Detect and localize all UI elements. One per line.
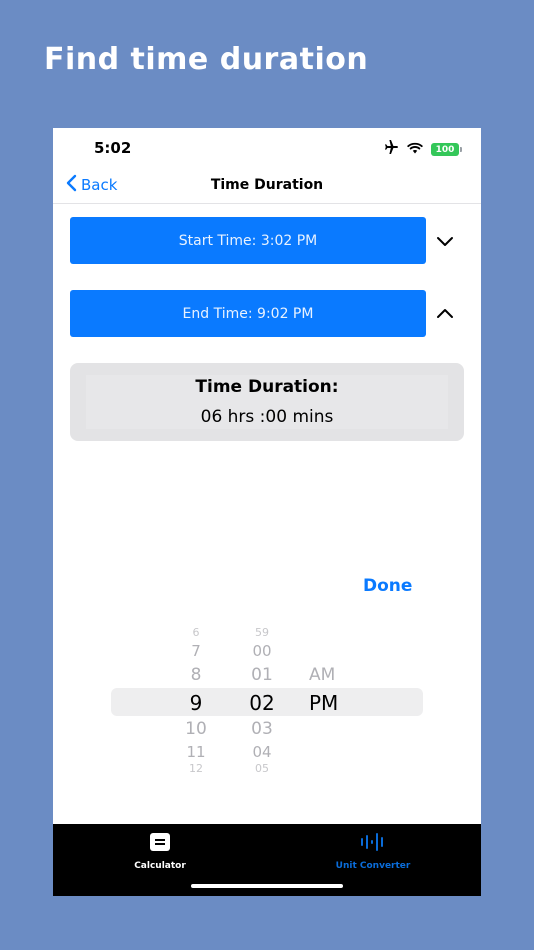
time-picker[interactable]: 6 7 8 9 10 11 12 59 00 01 02 03 04 05 AM… bbox=[111, 623, 423, 778]
picker-minute-option[interactable]: 03 bbox=[237, 719, 287, 739]
picker-hour-option[interactable]: 11 bbox=[171, 743, 221, 761]
wifi-icon bbox=[407, 141, 423, 159]
chevron-down-icon[interactable] bbox=[435, 231, 455, 251]
tab-calculator[interactable]: Calculator bbox=[100, 832, 220, 871]
done-button[interactable]: Done bbox=[363, 576, 412, 596]
waveform-icon bbox=[358, 832, 388, 857]
tab-bar: Calculator Unit Converter bbox=[53, 824, 481, 896]
battery-level: 100 bbox=[435, 144, 455, 155]
picker-hour-option[interactable]: 12 bbox=[171, 762, 221, 775]
picker-period-selected[interactable]: PM bbox=[309, 691, 369, 715]
status-icons: 100 bbox=[383, 140, 462, 159]
duration-card: Time Duration: 06 hrs :00 mins bbox=[70, 363, 464, 441]
tab-unit-converter-label: Unit Converter bbox=[335, 861, 411, 871]
navigation-bar: Back Time Duration bbox=[53, 168, 481, 204]
duration-value: 06 hrs :00 mins bbox=[200, 407, 334, 427]
headline: Find time duration bbox=[44, 42, 369, 77]
status-bar: 5:02 100 bbox=[53, 128, 481, 168]
picker-hour-option[interactable]: 6 bbox=[171, 626, 221, 639]
picker-period-option[interactable]: AM bbox=[309, 665, 369, 685]
status-time: 5:02 bbox=[94, 139, 132, 157]
start-time-button[interactable]: Start Time: 3:02 PM bbox=[70, 217, 426, 264]
battery-icon: 100 bbox=[431, 143, 462, 156]
end-time-button[interactable]: End Time: 9:02 PM bbox=[70, 290, 426, 337]
tab-unit-converter[interactable]: Unit Converter bbox=[313, 832, 433, 871]
picker-period-column[interactable]: AM PM bbox=[301, 623, 361, 778]
tab-calculator-label: Calculator bbox=[134, 861, 186, 871]
picker-minute-option[interactable]: 05 bbox=[237, 762, 287, 775]
picker-minute-option[interactable]: 04 bbox=[237, 743, 287, 761]
picker-hour-option[interactable]: 7 bbox=[171, 642, 221, 660]
picker-minute-selected[interactable]: 02 bbox=[237, 691, 287, 715]
picker-minutes-column[interactable]: 59 00 01 02 03 04 05 bbox=[237, 623, 287, 778]
picker-hours-column[interactable]: 6 7 8 9 10 11 12 bbox=[171, 623, 221, 778]
phone-screen: 5:02 100 Back Time Duration Start Time: … bbox=[53, 128, 481, 896]
picker-hour-option[interactable]: 8 bbox=[171, 665, 221, 685]
calculator-icon bbox=[149, 832, 171, 857]
picker-hour-selected[interactable]: 9 bbox=[171, 691, 221, 715]
airplane-icon bbox=[383, 140, 399, 159]
picker-hour-option[interactable]: 10 bbox=[171, 719, 221, 739]
picker-minute-option[interactable]: 00 bbox=[237, 642, 287, 660]
nav-title: Time Duration bbox=[210, 177, 324, 193]
picker-minute-option[interactable]: 59 bbox=[237, 626, 287, 639]
duration-title: Time Duration: bbox=[195, 377, 339, 397]
home-indicator[interactable] bbox=[191, 884, 343, 888]
chevron-up-icon[interactable] bbox=[435, 304, 455, 324]
picker-minute-option[interactable]: 01 bbox=[237, 665, 287, 685]
